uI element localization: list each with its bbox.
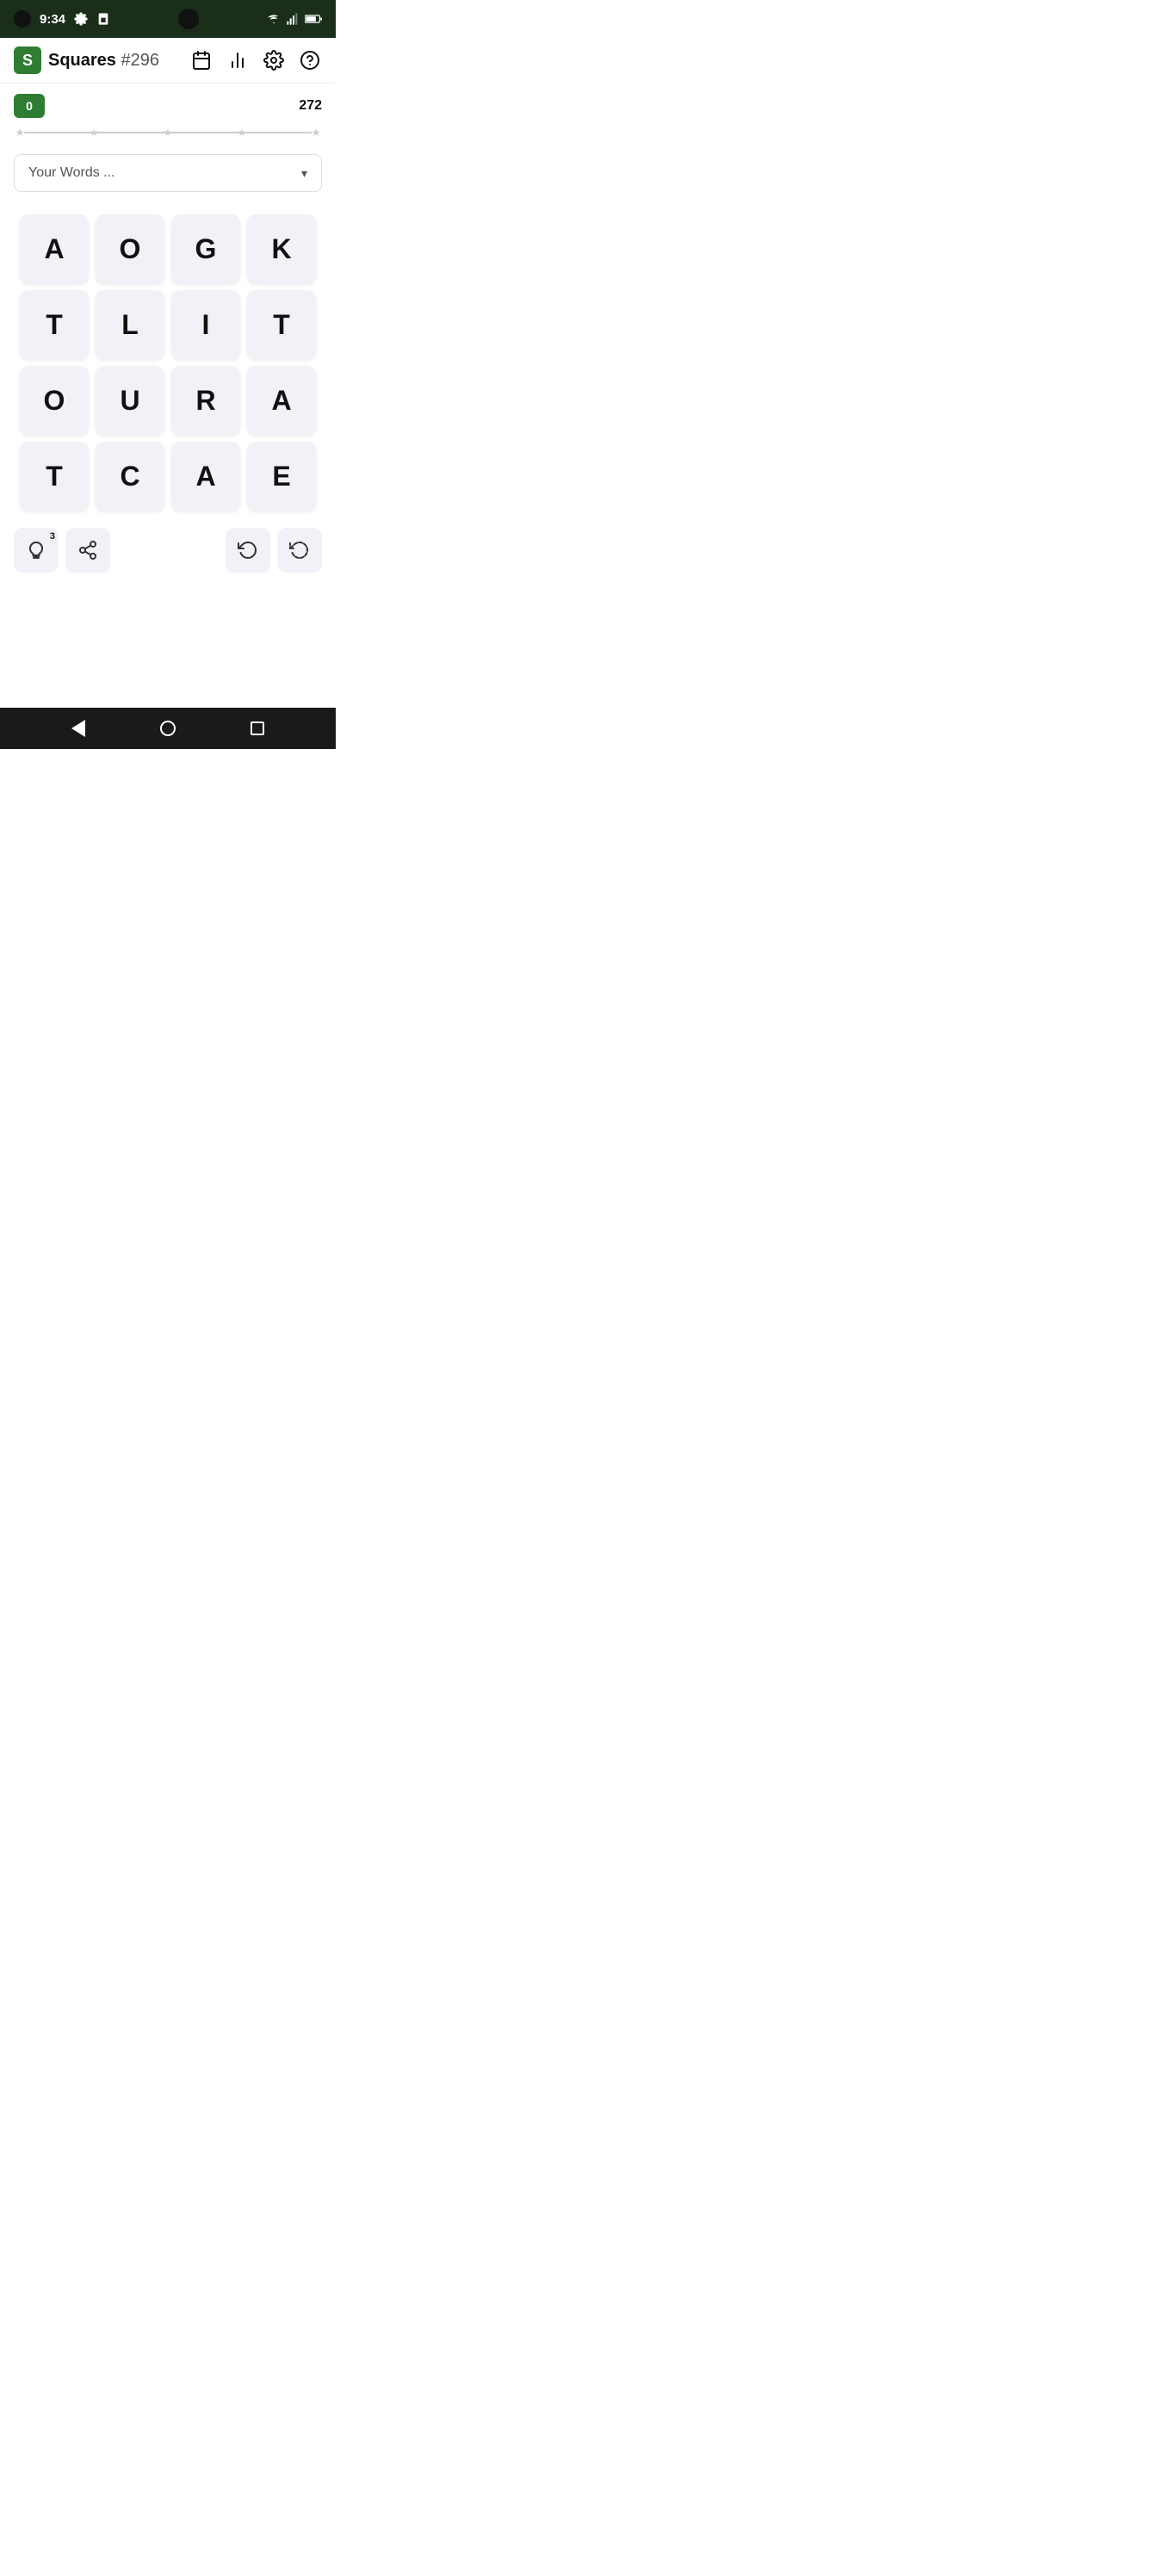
current-score: 0	[14, 94, 45, 118]
app-logo: S	[14, 46, 41, 74]
bottom-toolbar: 3	[0, 517, 336, 583]
nav-icons	[189, 48, 322, 72]
undo-button[interactable]	[226, 528, 270, 573]
your-words-dropdown[interactable]: Your Words ... ▾	[14, 154, 322, 192]
recent-button[interactable]	[251, 721, 264, 735]
progress-bar: ★ ★ ★ ★ ★	[14, 125, 322, 140]
tile-g-2[interactable]: G	[171, 214, 240, 283]
your-words-label: Your Words ...	[28, 165, 115, 181]
battery-icon	[305, 14, 322, 24]
tile-t-7[interactable]: T	[247, 290, 316, 359]
settings-button[interactable]	[262, 48, 286, 72]
your-words-section: Your Words ... ▾	[0, 146, 336, 201]
star-1: ★	[14, 127, 26, 139]
clear-button[interactable]	[277, 528, 322, 573]
status-time: 9:34	[40, 12, 65, 27]
tile-u-9[interactable]: U	[96, 366, 164, 435]
tile-o-1[interactable]: O	[96, 214, 164, 283]
star-5: ★	[310, 127, 322, 139]
star-4: ★	[236, 127, 248, 139]
tool-group-left: 3	[14, 528, 110, 573]
tile-o-8[interactable]: O	[20, 366, 89, 435]
clear-icon	[289, 540, 310, 560]
progress-stars: ★ ★ ★ ★ ★	[14, 127, 322, 139]
calendar-button[interactable]	[189, 48, 213, 72]
status-left: 9:34	[14, 10, 110, 28]
share-icon	[77, 540, 98, 560]
tile-a-0[interactable]: A	[20, 214, 89, 283]
hint-button[interactable]: 3	[14, 528, 59, 573]
settings-icon	[263, 50, 284, 71]
app-title: Squares #296	[48, 51, 183, 71]
tile-c-13[interactable]: C	[96, 442, 164, 511]
tile-e-15[interactable]: E	[247, 442, 316, 511]
tile-a-11[interactable]: A	[247, 366, 316, 435]
puzzle-number: #296	[121, 51, 160, 70]
score-row: 0 272	[14, 94, 322, 118]
tile-r-10[interactable]: R	[171, 366, 240, 435]
star-3: ★	[162, 127, 174, 139]
game-grid-section: AOGKTLITOURATCAE	[0, 201, 336, 517]
status-sim-icon	[96, 12, 110, 26]
status-right	[267, 12, 322, 26]
calendar-icon	[191, 50, 212, 71]
letter-grid: AOGKTLITOURATCAE	[20, 214, 316, 511]
tile-i-6[interactable]: I	[171, 290, 240, 359]
help-icon	[300, 50, 320, 71]
score-section: 0 272 ★ ★ ★ ★ ★	[0, 84, 336, 146]
home-button[interactable]	[160, 721, 176, 736]
spacer	[0, 583, 336, 708]
tile-t-4[interactable]: T	[20, 290, 89, 359]
tile-a-14[interactable]: A	[171, 442, 240, 511]
share-button[interactable]	[65, 528, 110, 573]
top-nav: S Squares #296	[0, 38, 336, 84]
undo-icon	[238, 540, 258, 560]
wifi-icon	[267, 12, 281, 26]
star-2: ★	[88, 127, 100, 139]
tool-group-right	[226, 528, 322, 573]
lightbulb-icon	[26, 540, 46, 560]
hint-count: 3	[50, 531, 55, 542]
back-button[interactable]	[71, 720, 85, 737]
tile-t-12[interactable]: T	[20, 442, 89, 511]
stats-icon	[227, 50, 248, 71]
stats-button[interactable]	[226, 48, 250, 72]
help-button[interactable]	[298, 48, 322, 72]
max-score: 272	[299, 98, 322, 114]
status-gear-icon	[74, 12, 88, 26]
android-nav-bar	[0, 708, 336, 749]
signal-icon	[286, 12, 300, 26]
chevron-down-icon: ▾	[301, 166, 307, 181]
status-bar: 9:34	[0, 0, 336, 38]
tile-l-5[interactable]: L	[96, 290, 164, 359]
tile-k-3[interactable]: K	[247, 214, 316, 283]
